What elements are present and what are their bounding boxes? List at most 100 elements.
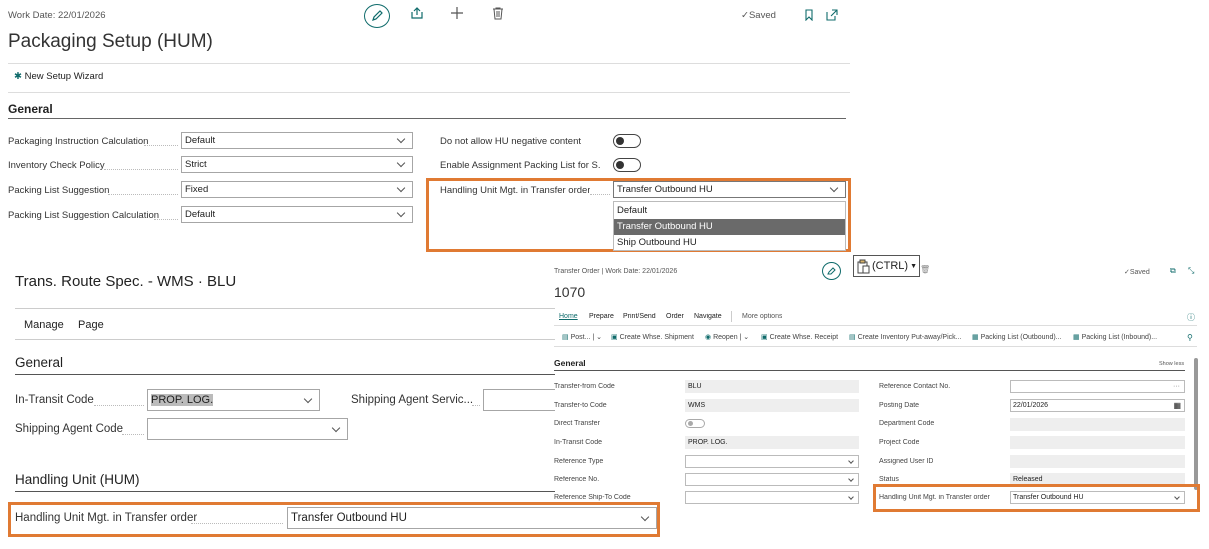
menu-prepare[interactable]: Prepare: [589, 313, 614, 320]
reopen-button[interactable]: ◉ Reopen | ⌄: [705, 333, 749, 341]
reference-no-select[interactable]: [685, 473, 859, 486]
open-new-window-icon[interactable]: ⧉: [1170, 266, 1176, 276]
posting-date-input[interactable]: 22/01/2026 ▦: [1010, 399, 1185, 412]
divider: [554, 346, 1197, 347]
chevron-down-icon: [848, 457, 854, 464]
show-less-link[interactable]: Show less: [1159, 361, 1184, 367]
shipping-agent-service-input[interactable]: [483, 389, 555, 411]
wizard-icon: ✱: [14, 71, 22, 82]
reference-no-label: Reference No.: [554, 476, 600, 483]
inventory-check-policy-label: Inventory Check Policy: [8, 160, 105, 171]
in-transit-code-select[interactable]: PROP. LOG.: [147, 389, 320, 411]
shipment-icon: ▣: [611, 334, 618, 341]
scrollbar[interactable]: [1194, 358, 1198, 490]
shipping-agent-code-label: Shipping Agent Code: [15, 423, 124, 435]
section-general-right: General: [554, 358, 586, 368]
direct-transfer-label: Direct Transfer: [554, 420, 600, 427]
section-hum: Handling Unit (HUM): [15, 472, 140, 487]
option-default[interactable]: Default: [614, 202, 845, 219]
list-icon: ▦: [972, 334, 979, 341]
direct-transfer-toggle[interactable]: [685, 419, 705, 428]
hu-mgt-transfer-select-left[interactable]: Transfer Outbound HU: [287, 507, 657, 529]
create-whse-receipt-button[interactable]: ▣ Create Whse. Receipt: [761, 333, 838, 341]
reference-ship-to-code-label: Reference Ship-To Code: [554, 494, 631, 501]
project-code-field: [1010, 436, 1185, 449]
dots: [144, 145, 178, 146]
bookmark-icon[interactable]: [804, 8, 814, 26]
transfer-to-code-label: Transfer-to Code: [554, 402, 607, 409]
posting-date-label: Posting Date: [879, 402, 920, 409]
collapse-icon[interactable]: ⤡: [1188, 266, 1194, 276]
packing-list-inbound-button[interactable]: ▦ Packing List (Inbound)...: [1073, 333, 1157, 341]
reference-contact-no-label: Reference Contact No.: [879, 383, 951, 390]
chevron-down-icon: [396, 208, 406, 218]
menu-more-options[interactable]: More options: [742, 313, 782, 320]
new-setup-wizard-button[interactable]: ✱ New Setup Wizard: [14, 71, 103, 82]
paste-options-button[interactable]: (CTRL) ▼: [853, 255, 920, 277]
chevron-down-icon: [303, 394, 313, 403]
chevron-down-icon: [396, 134, 406, 144]
saved-status: ✓Saved: [741, 10, 776, 21]
in-transit-code-label-right: In-Transit Code: [554, 439, 602, 446]
in-transit-code-label: In-Transit Code: [15, 394, 94, 406]
packing-list-suggestion-select[interactable]: Fixed: [181, 181, 413, 198]
edit-button-small[interactable]: [822, 262, 841, 280]
assigned-user-id-label: Assigned User ID: [879, 458, 934, 465]
enable-assignment-packing-list-toggle[interactable]: [613, 158, 641, 172]
calendar-icon[interactable]: ▦: [1173, 401, 1181, 410]
chevron-down-icon: [848, 493, 854, 500]
transfer-to-code-field: WMS: [685, 399, 859, 412]
no-hu-negative-content-label: Do not allow HU negative content: [440, 136, 581, 147]
inventory-check-policy-select[interactable]: Strict: [181, 156, 413, 173]
divider: [8, 63, 850, 64]
transfer-from-code-field: BLU: [685, 380, 859, 393]
delete-icon-small[interactable]: 🗑: [920, 265, 930, 274]
shipping-agent-code-select[interactable]: [147, 418, 348, 440]
section-underline: [8, 118, 846, 119]
tab-page[interactable]: Page: [78, 319, 104, 331]
packing-list-outbound-button[interactable]: ▦ Packing List (Outbound)...: [972, 333, 1062, 341]
section-underline: [554, 370, 1185, 371]
packing-list-suggestion-calculation-label: Packing List Suggestion Calculation: [8, 210, 160, 221]
check-icon: ✓: [741, 10, 749, 21]
option-ship-outbound-hu[interactable]: Ship Outbound HU: [614, 235, 845, 251]
create-inventory-putaway-button[interactable]: ▤ Create Inventory Put-away/Pick...: [849, 333, 961, 341]
divider: [15, 339, 555, 340]
reference-ship-to-code-select[interactable]: [685, 491, 859, 504]
chevron-down-icon: [829, 183, 839, 193]
hu-mgt-transfer-select-right[interactable]: Transfer Outbound HU: [1010, 491, 1185, 504]
chevron-down-icon: [396, 183, 406, 193]
section-underline: [15, 374, 555, 375]
post-button[interactable]: ▤ Post... | ⌄: [562, 333, 602, 341]
pin-icon[interactable]: ⚲: [1187, 333, 1193, 342]
more-icon: ···: [1173, 383, 1180, 390]
clipboard-icon: [857, 259, 870, 273]
page-title: Packaging Setup (HUM): [8, 31, 213, 52]
open-new-window-icon[interactable]: [826, 8, 838, 26]
reference-contact-no-input[interactable]: ···: [1010, 380, 1185, 393]
share-icon[interactable]: [408, 6, 426, 23]
tab-manage[interactable]: Manage: [24, 319, 64, 331]
info-icon[interactable]: ⓘ: [1187, 312, 1195, 323]
hu-mgt-transfer-select[interactable]: Transfer Outbound HU: [613, 181, 846, 198]
work-date: Work Date: 22/01/2026: [8, 10, 106, 21]
dots: [154, 219, 178, 220]
menu-navigate[interactable]: Navigate: [694, 313, 722, 320]
reference-type-select[interactable]: [685, 455, 859, 468]
chevron-down-icon: [848, 475, 854, 482]
no-hu-negative-content-toggle[interactable]: [613, 134, 641, 148]
menu-order[interactable]: Order: [666, 313, 684, 320]
packing-list-suggestion-calculation-select[interactable]: Default: [181, 206, 413, 223]
menu-home[interactable]: Home: [559, 313, 578, 320]
add-icon[interactable]: [450, 6, 464, 25]
create-whse-shipment-button[interactable]: ▣ Create Whse. Shipment: [611, 333, 694, 341]
delete-icon[interactable]: [492, 7, 504, 25]
department-code-label: Department Code: [879, 420, 935, 427]
hu-mgt-transfer-label: Handling Unit Mgt. in Transfer order: [440, 185, 591, 196]
edit-button[interactable]: [364, 4, 390, 28]
toggle-knob: [688, 421, 693, 426]
packaging-instruction-calculation-select[interactable]: Default: [181, 132, 413, 149]
receipt-icon: ▣: [761, 334, 768, 341]
menu-print-send[interactable]: Print/Send: [623, 313, 656, 320]
option-transfer-outbound-hu[interactable]: Transfer Outbound HU: [614, 219, 845, 235]
